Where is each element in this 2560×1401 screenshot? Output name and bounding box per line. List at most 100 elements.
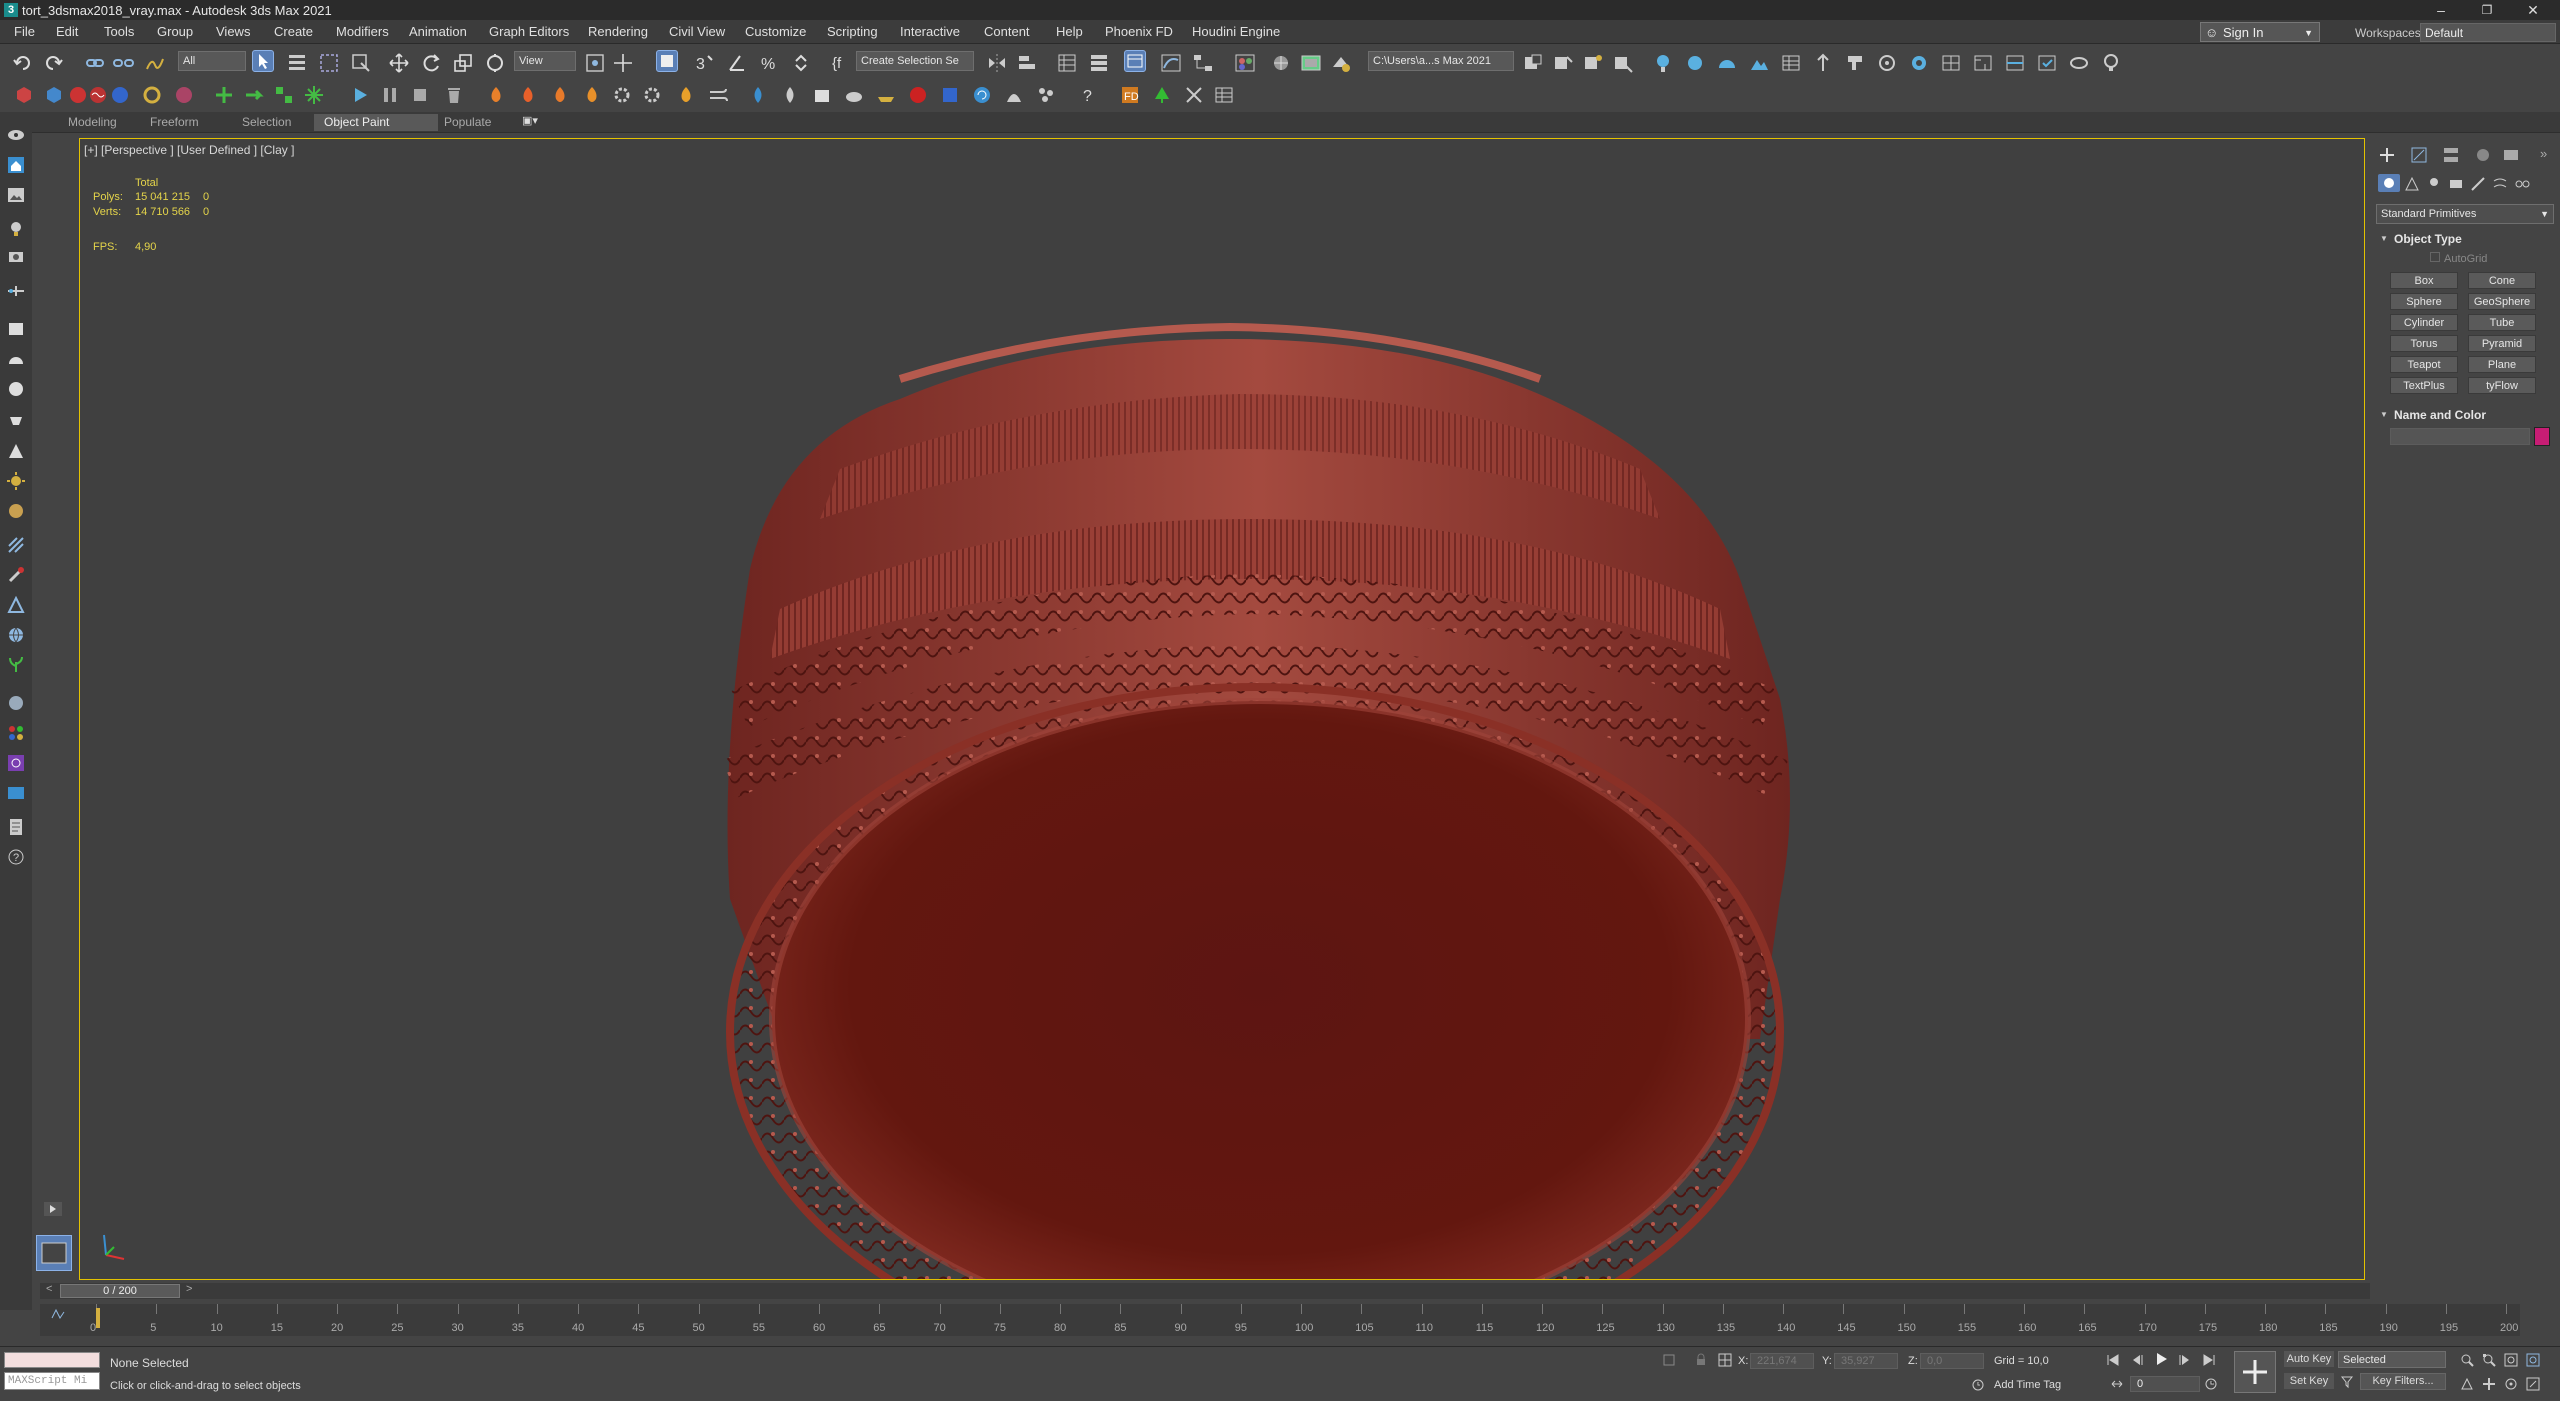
z-coordinate-field[interactable]: 0,0	[1920, 1353, 1984, 1369]
tab-selection[interactable]: Selection	[232, 114, 301, 131]
window-crossing-icon[interactable]	[350, 52, 372, 74]
camera-icon[interactable]	[7, 248, 25, 266]
collapse-triangle-icon[interactable]: ▼	[2380, 234, 2388, 243]
edit-named-selection-icon[interactable]: {f	[830, 52, 852, 74]
phoenix-liquid-icon[interactable]	[748, 85, 768, 105]
phoenix-gear-icon[interactable]	[612, 85, 632, 105]
link-icon[interactable]	[84, 52, 106, 74]
vray-dome-icon[interactable]	[1716, 52, 1738, 74]
plugin-green-arrows-icon[interactable]	[214, 85, 234, 105]
pan-icon[interactable]	[2482, 1377, 2496, 1391]
fumefx-icon[interactable]: FD	[1120, 85, 1140, 105]
object-name-input[interactable]	[2390, 428, 2530, 445]
maximize-viewport-icon[interactable]	[2526, 1377, 2540, 1391]
go-to-end-icon[interactable]	[2202, 1353, 2216, 1367]
tab-populate[interactable]: Populate	[434, 114, 501, 131]
rendered-frame-window-icon[interactable]	[1300, 52, 1322, 74]
pause-simulation-icon[interactable]	[380, 85, 400, 105]
undo-icon[interactable]	[12, 52, 34, 74]
eye-icon[interactable]	[7, 126, 25, 144]
table-icon[interactable]	[1214, 85, 1234, 105]
menu-modifiers[interactable]: Modifiers	[336, 24, 389, 39]
phoenix-boat-icon[interactable]	[876, 85, 896, 105]
menu-interactive[interactable]: Interactive	[900, 24, 960, 39]
project-folder-dropdown[interactable]: C:\Users\a...s Max 2021	[1368, 51, 1514, 71]
cone-button[interactable]: Cone	[2468, 272, 2536, 289]
phoenix-gear2-icon[interactable]	[642, 85, 662, 105]
helper-icon[interactable]	[7, 282, 25, 300]
object-color-swatch[interactable]	[2534, 427, 2550, 446]
menu-animation[interactable]: Animation	[409, 24, 467, 39]
move-icon[interactable]	[388, 52, 410, 74]
layer-explorer-icon[interactable]	[1088, 52, 1110, 74]
vray-light-icon[interactable]	[1652, 52, 1674, 74]
clear-cache-icon[interactable]	[444, 85, 464, 105]
menu-rendering[interactable]: Rendering	[588, 24, 648, 39]
object-type-title[interactable]: Object Type	[2394, 232, 2462, 246]
render-production-icon[interactable]	[1330, 52, 1352, 74]
vray-ambient-icon[interactable]	[7, 502, 25, 520]
redo-icon[interactable]	[42, 52, 64, 74]
key-mode-icon[interactable]	[2110, 1377, 2124, 1391]
phoenix-liquid2-icon[interactable]	[780, 85, 800, 105]
curve-editor-icon[interactable]	[1160, 52, 1182, 74]
plugin-green-star-icon[interactable]	[304, 85, 324, 105]
menu-houdini-engine[interactable]: Houdini Engine	[1192, 24, 1280, 39]
pivot-center-icon[interactable]	[584, 52, 606, 74]
select-manipulate-icon[interactable]	[612, 52, 634, 74]
vray-scene-icon[interactable]	[1908, 52, 1930, 74]
menu-help[interactable]: Help	[1056, 24, 1083, 39]
vray-sun-light-icon[interactable]	[7, 472, 25, 490]
hierarchy-tab-icon[interactable]	[2442, 146, 2460, 164]
set-key-button[interactable]: Set Key	[2284, 1373, 2334, 1389]
select-by-name-icon[interactable]	[286, 52, 308, 74]
vray-sun-icon[interactable]	[1748, 52, 1770, 74]
vray-box-icon[interactable]	[7, 320, 25, 338]
rotate-icon[interactable]	[420, 52, 442, 74]
light-bulb-icon[interactable]	[7, 220, 25, 238]
lights-category-icon[interactable]	[2426, 176, 2442, 192]
bind-space-warp-icon[interactable]	[144, 52, 166, 74]
plugin-blue-drop-icon[interactable]	[110, 85, 130, 105]
time-slider-track[interactable]: < >	[40, 1283, 2370, 1299]
play-icon[interactable]	[2154, 1351, 2170, 1367]
tab-modeling[interactable]: Modeling	[58, 114, 127, 131]
tube-button[interactable]: Tube	[2468, 314, 2536, 331]
toolbar-tool-4-icon[interactable]	[1612, 52, 1634, 74]
vray-interactive-icon[interactable]	[2036, 52, 2058, 74]
stripes-icon[interactable]	[7, 536, 25, 554]
help-icon[interactable]: ?	[1078, 85, 1098, 105]
viewport-layout-button[interactable]	[36, 1235, 72, 1271]
tab-freeform[interactable]: Freeform	[140, 114, 209, 131]
previous-frame-icon[interactable]	[2130, 1353, 2144, 1367]
vray-ies-icon[interactable]	[7, 410, 25, 428]
phoenix-fire4-icon[interactable]	[582, 85, 602, 105]
unlink-icon[interactable]	[112, 52, 134, 74]
menu-scripting[interactable]: Scripting	[827, 24, 878, 39]
vray-grid-icon[interactable]	[2004, 52, 2026, 74]
zoom-icon[interactable]	[2460, 1353, 2474, 1367]
maxscript-listener-output[interactable]	[4, 1352, 100, 1368]
cylinder-button[interactable]: Cylinder	[2390, 314, 2458, 331]
helpers-category-icon[interactable]	[2470, 176, 2486, 192]
cameras-category-icon[interactable]	[2448, 176, 2464, 192]
phoenix-spray-icon[interactable]	[1004, 85, 1024, 105]
sphere-icon[interactable]	[7, 694, 25, 712]
vray-mesh-icon[interactable]	[1876, 52, 1898, 74]
sphere-button[interactable]: Sphere	[2390, 293, 2458, 310]
menu-edit[interactable]: Edit	[56, 24, 78, 39]
teapot-button[interactable]: Teapot	[2390, 356, 2458, 373]
render-setup-icon[interactable]	[1270, 52, 1292, 74]
time-slider-next[interactable]: >	[186, 1283, 192, 1295]
name-and-color-title[interactable]: Name and Color	[2394, 408, 2486, 422]
angle-snap-icon[interactable]	[726, 52, 748, 74]
vray-lightbulb-icon[interactable]	[2100, 52, 2122, 74]
torus-button[interactable]: Torus	[2390, 335, 2458, 352]
schematic-view-icon[interactable]	[1192, 52, 1214, 74]
cube-blue-icon[interactable]	[7, 784, 25, 802]
current-frame-field[interactable]: 0	[2130, 1376, 2200, 1392]
vray-sphere-light-icon[interactable]	[7, 380, 25, 398]
toggle-ribbon-button[interactable]	[1124, 50, 1146, 72]
phoenix-blue-box-icon[interactable]	[940, 85, 960, 105]
field-of-view-icon[interactable]	[2460, 1377, 2474, 1391]
